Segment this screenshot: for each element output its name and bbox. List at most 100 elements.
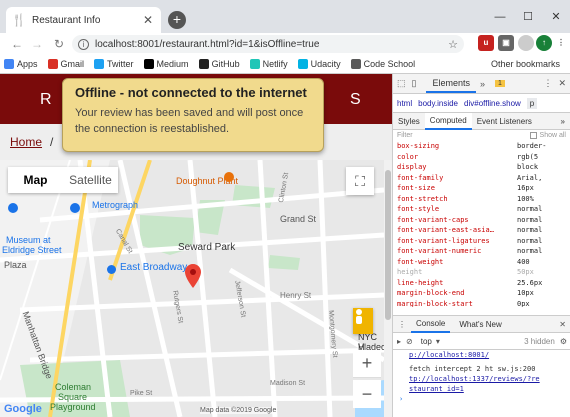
scrollbar-thumb[interactable] [385,170,391,320]
info-icon[interactable]: i [78,38,89,50]
device-toggle-icon[interactable]: ▯ [412,78,417,89]
console-line[interactable]: p://localhost:8001/ [393,350,570,360]
map-type-map-button[interactable]: Map [8,167,63,193]
context-selector[interactable]: top [421,337,432,346]
warning-badge[interactable]: 1 [495,80,505,87]
computed-property-row[interactable]: margin-block-start 0px [397,299,570,308]
more-tabs-icon[interactable]: » [480,79,485,89]
breadcrumb-home-link[interactable]: Home [10,135,42,149]
show-all-checkbox[interactable] [529,132,537,139]
extension-icon[interactable]: ▣ [498,35,514,51]
museum-icon[interactable] [8,203,18,213]
drawer-close-icon[interactable]: ✕ [559,320,566,329]
console-prompt[interactable]: › [393,394,570,404]
computed-property-row[interactable]: display block [397,162,570,173]
dom-crumb[interactable]: p [526,97,538,109]
url-text[interactable]: localhost:8001/restaurant.html?id=1&isOf… [95,39,448,50]
avatar[interactable] [518,35,534,51]
tab-whats-new[interactable]: What's New [454,317,506,332]
reload-icon[interactable]: ↻ [50,35,68,53]
computed-property-row[interactable]: font-size 16px [397,183,570,194]
property-name: box-sizing [397,142,440,150]
property-name: font-variant-numeric [397,247,482,255]
dom-crumb[interactable]: div#offline.show [464,99,521,108]
computed-property-row[interactable]: font-family Arial, [397,173,570,184]
close-tab-icon[interactable]: ✕ [141,13,155,27]
map-label-coleman: Coleman [55,382,92,392]
bookmark-item[interactable]: Apps [4,59,38,69]
restaurant-page: R S Home / M [0,74,392,417]
tab-console[interactable]: Console [411,316,451,333]
fullscreen-icon[interactable]: ⛶ [346,167,374,195]
address-bar[interactable]: i localhost:8001/restaurant.html?id=1&is… [72,35,464,53]
zoom-out-button[interactable]: − [353,380,381,408]
computed-property-row[interactable]: box-sizing border- [397,141,570,152]
map-attribution: Map data ©2019 Google [200,407,277,414]
computed-property-row[interactable]: font-variant-caps normal [397,215,570,226]
devtools-close-icon[interactable]: ✕ [558,78,566,89]
minimize-icon[interactable]: — [486,0,514,33]
computed-property-row[interactable]: color rgb(5 [397,152,570,163]
drawer-menu-icon[interactable]: ⋮ [393,320,411,329]
page-scrollbar[interactable] [384,160,392,417]
forward-icon[interactable]: → [28,35,46,53]
console-sidebar-icon[interactable]: ▸ [397,337,401,346]
console-clear-icon[interactable]: ⊘ [406,337,413,346]
console-settings-icon[interactable]: ⚙ [560,337,567,346]
bookmark-item[interactable]: Netlify [249,59,288,69]
bookmark-item[interactable]: Gmail [47,59,84,69]
styles-subtab[interactable]: Event Listeners [472,114,537,129]
bookmark-item[interactable]: Udacity [297,59,341,69]
new-tab-button[interactable]: + [168,11,186,29]
cinema-icon[interactable] [70,203,80,213]
console-line[interactable]: staurant_id=1 [393,384,570,394]
menu-kebab-icon[interactable]: ⋮ [553,35,569,51]
filter-input[interactable]: Filter [397,132,530,139]
property-value: 25.6px [517,278,543,287]
bookmark-item[interactable]: Medium [143,59,189,69]
computed-property-row[interactable]: font-variant-ligatures normal [397,236,570,247]
computed-property-row[interactable]: margin-block-end 10px [397,288,570,299]
pegman-icon[interactable] [353,308,373,334]
bookmark-item[interactable]: Code School [350,59,415,69]
extension-ublock-icon[interactable]: u [478,35,494,51]
computed-property-row[interactable]: height 50px [397,267,570,278]
computed-property-row[interactable]: font-stretch 100% [397,194,570,205]
property-name: font-style [397,205,440,213]
chevron-down-icon[interactable]: ▾ [436,337,440,346]
property-value: 16px [517,184,534,192]
bookmark-item[interactable]: Twitter [94,59,134,69]
computed-property-row[interactable]: line-height 25.6px [397,278,570,289]
inspect-element-icon[interactable]: ⬚ [397,78,406,89]
zoom-in-button[interactable]: + [353,350,381,378]
more-subtabs-icon[interactable]: » [561,117,565,126]
food-place-icon[interactable] [224,172,234,182]
restaurant-marker-icon[interactable] [185,264,201,288]
computed-property-row[interactable]: font-variant-east-asia… normal [397,225,570,236]
computed-property-row[interactable]: font-variant-numeric normal [397,246,570,257]
property-value: 0px [517,299,530,308]
tab-restaurant-info[interactable]: 🍴 Restaurant Info ✕ [6,7,161,33]
dom-breadcrumbs: html body.inside div#offline.show p [393,94,570,113]
devtools-menu-icon[interactable]: ⋮ [543,78,552,89]
styles-subtab[interactable]: Computed [424,112,472,130]
back-icon[interactable]: ← [8,35,26,53]
dom-crumb[interactable]: body.inside [418,99,458,108]
map-type-satellite-button[interactable]: Satellite [63,167,118,193]
styles-subtab[interactable]: Styles [393,114,425,129]
map[interactable]: Doughnut Plant Metrograph Museum at Eldr… [0,160,384,417]
maximize-icon[interactable]: ☐ [514,0,542,33]
tab-elements[interactable]: Elements [426,75,476,93]
computed-property-row[interactable]: font-weight 400 [397,257,570,268]
star-icon[interactable]: ☆ [448,38,458,51]
update-icon[interactable]: ↑ [536,35,552,51]
other-bookmarks[interactable]: Other bookmarks [491,59,560,69]
close-window-icon[interactable]: ✕ [542,0,570,33]
bookmark-item[interactable]: GitHub [198,59,240,69]
computed-property-row[interactable]: font-style normal [397,204,570,215]
console-line[interactable]: tp://localhost:1337/reviews/?re [393,374,570,384]
dom-crumb[interactable]: html [397,99,412,108]
map-canvas[interactable] [0,160,384,417]
map-label-square: Square [58,392,88,402]
transit-icon[interactable] [107,265,116,274]
